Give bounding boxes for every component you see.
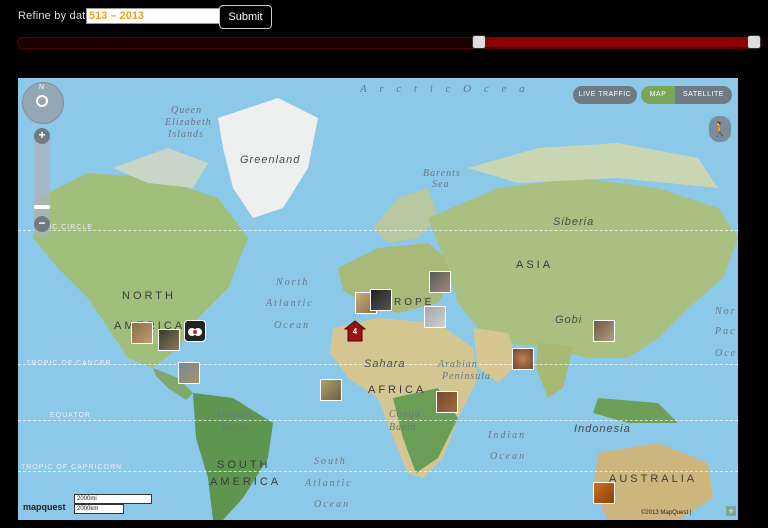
asia-label: ASIA [516,259,554,271]
compass-north-label: N [39,84,45,91]
world-map[interactable]: A r c t i c O c e a Queen Elizabeth Isla… [18,78,738,520]
scale-miles: 2000mi [74,494,152,504]
islands-label: Islands [168,129,204,140]
cluster-count: 4 [352,327,358,336]
gobi-label: Gobi [555,314,583,326]
amazon-label: Amazon [215,409,254,420]
live-traffic-button[interactable]: LIVE TRAFFIC [573,86,637,104]
artwork-thumbnail[interactable] [436,391,458,413]
south-atlantic-label-1: South [314,456,347,467]
sahara-label: Sahara [364,358,406,370]
peninsula-label: Peninsula [442,371,491,382]
australia-label: AUSTRALIA [609,473,698,485]
north-atlantic-label-1: North [276,277,310,288]
north-pacific-label-1: Nor [715,306,737,317]
slider-end-handle[interactable] [747,35,761,49]
artwork-thumbnail[interactable] [424,306,446,328]
date-range-input[interactable] [86,8,220,24]
north-america-label-1: NORTH [122,290,176,302]
south-america-label-2: AMERICA [210,476,282,488]
south-america-label-1: SOUTH [217,459,271,471]
artwork-thumbnail[interactable] [512,348,534,370]
satellite-view-button[interactable]: SATELLITE [675,86,732,104]
refine-by-date-label: Refine by date: [18,10,95,22]
map-pan-control[interactable]: N [22,82,64,124]
artwork-thumbnail[interactable] [593,482,615,504]
south-atlantic-label-2: Atlantic [305,478,353,489]
artwork-thumbnail[interactable] [178,362,200,384]
pan-center-icon [36,95,48,107]
artwork-thumbnail[interactable] [320,379,342,401]
street-view-pegman-icon[interactable]: 🚶 [709,116,731,142]
north-atlantic-label-2: Atlantic [266,298,314,309]
copyright-text: ©2013 MapQuest | [641,510,692,516]
slider-start-handle[interactable] [472,35,486,49]
arctic-circle-line [18,230,738,231]
map-view-button[interactable]: MAP [641,86,675,104]
scale-km: 2000km [74,504,124,514]
equator-label: EQUATOR [50,412,91,419]
tropic-of-cancer-label: TROPIC OF CANCER [26,360,112,367]
zoom-in-button[interactable]: + [34,128,50,144]
amazon-basin-label: Basin [221,422,249,433]
artwork-thumbnail[interactable] [593,320,615,342]
arabian-label: Arabian [438,359,478,370]
cluster-marker[interactable]: 4 [343,320,367,342]
barents-sea-label: Sea [432,179,450,190]
africa-label: AFRICA [368,384,427,396]
south-atlantic-label-3: Ocean [314,499,351,510]
elizabeth-label: Elizabeth [165,117,212,128]
indonesia-label: Indonesia [574,423,631,435]
north-atlantic-label-3: Ocean [274,320,311,331]
siberia-label: Siberia [553,216,595,228]
greenland-label: Greenland [240,154,301,166]
artwork-thumbnail[interactable] [429,271,451,293]
barents-label: Barents [423,168,461,179]
congo-basin-label: Basin [389,422,417,433]
zoom-out-button[interactable]: − [34,216,50,232]
expand-map-icon[interactable]: + [726,506,736,516]
artwork-thumbnail[interactable] [131,322,153,344]
indian-ocean-label-1: Indian [488,430,527,441]
slider-selected-range [478,37,756,47]
north-pacific-label-3: Oce [715,348,738,359]
arctic-circle-label: TIC CIRCLE [44,224,93,231]
queen-label: Queen [171,105,203,116]
equator-line [18,420,738,421]
arctic-ocean-label: A r c t i c O c e a [360,83,530,95]
submit-button[interactable]: Submit [219,5,272,29]
artwork-thumbnail[interactable] [370,289,392,311]
zoom-slider-handle[interactable] [34,205,50,209]
tropic-of-capricorn-label: TROPIC OF CAPRICORN [21,464,123,471]
north-pacific-label-2: Pac [715,326,737,337]
mapquest-logo: mapquest [23,502,66,512]
congo-label: Congo [389,409,421,420]
tropic-of-capricorn-line [18,471,738,472]
indian-ocean-label-2: Ocean [490,451,527,462]
artwork-thumbnail[interactable] [158,329,180,351]
artwork-thumbnail[interactable] [184,320,206,342]
